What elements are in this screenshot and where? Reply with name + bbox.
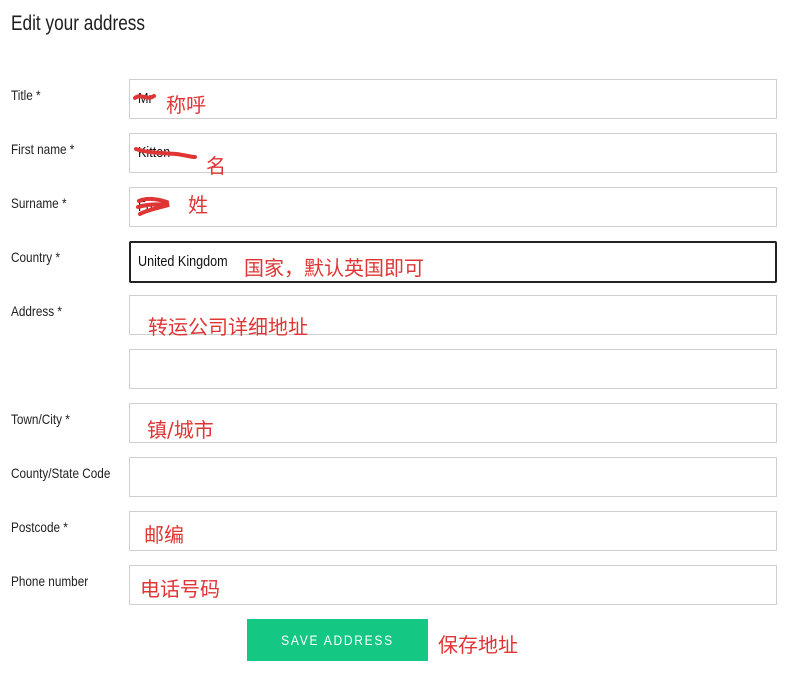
town-city-field[interactable]: [129, 403, 777, 443]
save-address-button-label: SAVE ADDRESS: [281, 632, 394, 648]
county-state-field[interactable]: [129, 457, 777, 497]
title-field[interactable]: Mr: [129, 79, 777, 119]
postcode-annotation: 邮编: [144, 523, 184, 547]
address-annotation: 转运公司详细地址: [148, 315, 308, 339]
title-label: Title *: [11, 87, 41, 103]
country-value: United Kingdom: [138, 253, 228, 270]
surname-annotation: 姓: [188, 193, 208, 217]
postcode-label: Postcode *: [11, 519, 68, 535]
page-title: Edit your address: [11, 12, 146, 35]
phone-annotation: 电话号码: [140, 577, 220, 601]
address-line2-field[interactable]: [129, 349, 777, 389]
save-button-annotation: 保存地址: [438, 633, 518, 657]
country-annotation: 国家，默认英国即可: [244, 256, 424, 280]
first-name-label: First name *: [11, 141, 75, 157]
first-name-annotation: 名: [206, 154, 226, 178]
surname-label: Surname *: [11, 195, 67, 211]
country-field[interactable]: United Kingdom: [129, 241, 777, 283]
first-name-value: Kitten: [138, 144, 171, 161]
title-annotation: 称呼: [166, 93, 206, 117]
first-name-field[interactable]: Kitten: [129, 133, 777, 173]
phone-field[interactable]: [129, 565, 777, 605]
save-address-button[interactable]: SAVE ADDRESS: [247, 619, 428, 661]
postcode-field[interactable]: [129, 511, 777, 551]
title-value: Mr: [138, 90, 153, 107]
surname-value: Fu: [138, 198, 153, 215]
town-city-annotation: 镇/城市: [147, 418, 214, 442]
address-label: Address *: [11, 303, 62, 319]
country-label: Country *: [11, 249, 61, 265]
town-city-label: Town/City *: [11, 411, 70, 427]
county-state-label: County/State Code: [11, 465, 111, 481]
phone-label: Phone number: [11, 573, 89, 589]
surname-field[interactable]: Fu: [129, 187, 777, 227]
